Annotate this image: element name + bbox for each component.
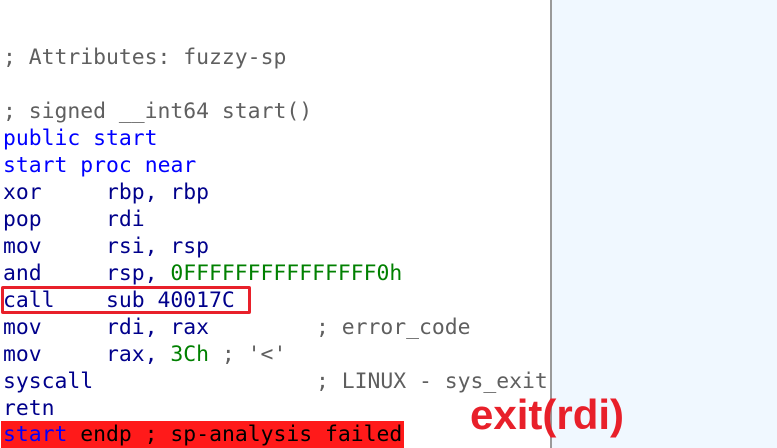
proc-declaration: start proc near: [3, 152, 196, 179]
operands: rdi: [106, 207, 145, 232]
exit-annotation: exit(rdi): [470, 391, 625, 438]
instruction-comment: ; '<': [209, 342, 287, 367]
public-declaration: public start: [3, 125, 158, 152]
public-symbol[interactable]: start: [93, 126, 157, 151]
mnemonic: mov: [3, 342, 42, 367]
operands: rbp, rbp: [106, 180, 210, 205]
instruction-line[interactable]: syscall; LINUX - sys_exit: [3, 368, 548, 395]
operands: rdi, rax: [106, 315, 210, 340]
instruction-line[interactable]: and rsp, 0FFFFFFFFFFFFFFF0h: [3, 260, 402, 287]
mnemonic: retn: [3, 396, 55, 421]
mnemonic: mov: [3, 234, 42, 259]
instruction-line[interactable]: retn: [3, 395, 106, 422]
instruction-comment: ; error_code: [316, 315, 471, 340]
operands: rsi, rsp: [106, 234, 210, 259]
instruction-line[interactable]: mov rdi, rax ; error_code: [3, 314, 471, 341]
instruction-line[interactable]: mov rax, 3Ch ; '<': [3, 341, 286, 368]
disassembly-view[interactable]: ; Attributes: fuzzy-sp ; signed __int64 …: [0, 0, 550, 448]
instruction-line[interactable]: mov rsi, rsp: [3, 233, 209, 260]
public-keyword: public: [3, 126, 81, 151]
immediate-value: 0FFFFFFFFFFFFFFF0h: [170, 261, 403, 286]
call-highlight-box: [1, 286, 251, 314]
mnemonic: and: [3, 261, 42, 286]
mnemonic: mov: [3, 315, 42, 340]
endp-line-highlighted[interactable]: start endp ; sp-analysis failed: [1, 421, 404, 448]
proc-keyword: proc near: [80, 153, 197, 178]
side-pane: [552, 0, 777, 448]
endp-text: endp ; sp-analysis failed: [67, 422, 403, 447]
mnemonic: syscall: [3, 369, 94, 394]
operands: rsp,: [106, 261, 171, 286]
mnemonic: pop: [3, 207, 42, 232]
endp-name[interactable]: start: [3, 422, 67, 447]
signature-comment: ; signed __int64 start(): [3, 99, 313, 124]
instruction-line[interactable]: pop rdi: [3, 206, 145, 233]
mnemonic: xor: [3, 180, 42, 205]
operands: rax,: [106, 342, 171, 367]
instruction-line[interactable]: xor rbp, rbp: [3, 179, 209, 206]
proc-name[interactable]: start: [3, 153, 67, 178]
attributes-comment: ; Attributes: fuzzy-sp: [3, 45, 287, 70]
immediate-value: 3Ch: [170, 342, 210, 367]
